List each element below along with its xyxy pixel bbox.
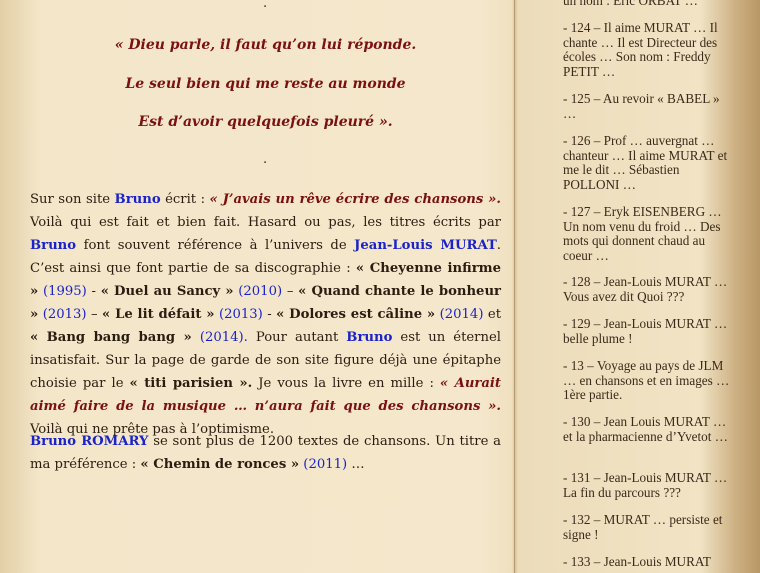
separator-dot: . xyxy=(263,152,268,167)
link-bruno[interactable]: Bruno xyxy=(30,238,76,253)
paragraph-2: Bruno ROMARY se sont plus de 1200 textes… xyxy=(30,430,501,476)
sidebar-item[interactable]: - 133 – Jean-Louis MURAT xyxy=(563,554,731,570)
text: Je vous la livre en mille : xyxy=(252,376,440,391)
song-title: « Duel au Sancy » xyxy=(100,284,234,299)
link-jean-louis-murat[interactable]: Jean-Louis MURAT xyxy=(354,238,497,253)
text: Pour autant xyxy=(247,330,347,345)
text: écrit : xyxy=(160,192,210,207)
song-title: « Chemin de ronces » xyxy=(140,457,300,472)
sidebar-item[interactable]: - 129 – Jean-Louis MURAT … belle plume ! xyxy=(563,316,731,346)
text: - xyxy=(86,284,101,299)
text: et xyxy=(483,307,501,322)
text: font souvent référence à l’univers de xyxy=(76,238,355,253)
song-year: (2010) xyxy=(238,284,283,299)
sidebar-item[interactable]: - 128 – Jean-Louis MURAT … Vous avez dit… xyxy=(563,274,731,304)
sidebar-item[interactable]: - 127 – Eryk EISENBERG … Un nom venu du … xyxy=(563,204,731,263)
song-year: (2014). xyxy=(199,330,248,345)
song-year: (2013) xyxy=(218,307,263,322)
link-bruno-romary[interactable]: Bruno ROMARY xyxy=(30,434,148,449)
poem-line-2: Le seul bien qui me reste au monde xyxy=(125,76,406,92)
sidebar-item[interactable]: - 13 – Voyage au pays de JLM … en chanso… xyxy=(563,358,731,403)
sidebar-item[interactable]: - 130 – Jean Louis MURAT … et la pharmac… xyxy=(563,414,731,444)
song-year: (2014) xyxy=(439,307,484,322)
text: – xyxy=(86,307,102,322)
separator-dot: . xyxy=(263,0,268,11)
song-title: « Dolores est câline » xyxy=(276,307,436,322)
sidebar-item[interactable]: - 124 – Il aime MURAT … Il chante … Il e… xyxy=(563,20,731,79)
song-year: (1995) xyxy=(42,284,87,299)
paragraph-1: Sur son site Bruno écrit : « J’avais un … xyxy=(30,188,501,441)
quote-titi: « titi parisien ». xyxy=(129,376,253,391)
text: – xyxy=(282,284,299,299)
quote: « J’avais un rêve écrire des chansons ». xyxy=(209,192,502,207)
song-year: (2011) xyxy=(303,457,348,472)
sidebar-item[interactable]: - 126 – Prof … auvergnat … chanteur … Il… xyxy=(563,133,731,192)
poem-line-1: « Dieu parle, il faut qu’on lui réponde. xyxy=(114,37,417,53)
sidebar-item[interactable]: un nom : Eric ORBAT … xyxy=(563,0,731,9)
song-year: (2013) xyxy=(42,307,87,322)
text: Sur son site xyxy=(30,192,115,207)
link-bruno[interactable]: Bruno xyxy=(346,330,392,345)
sidebar-item[interactable]: - 131 – Jean-Louis MURAT … La fin du par… xyxy=(563,470,731,500)
text: Voilà qui est fait et bien fait. Hasard … xyxy=(30,215,501,230)
sidebar-item[interactable]: - 125 – Au revoir « BABEL » … xyxy=(563,91,731,121)
article-body: . « Dieu parle, il faut qu’on lui répond… xyxy=(30,0,501,573)
song-title: « Bang bang bang » xyxy=(30,330,192,345)
text: … xyxy=(347,457,365,472)
song-title: « Le lit défait » xyxy=(102,307,215,322)
poem-line-3: Est d’avoir quelquefois pleuré ». xyxy=(138,114,393,130)
column-divider xyxy=(514,0,515,573)
sidebar-item[interactable]: - 132 – MURAT … persiste et signe ! xyxy=(563,512,731,542)
sidebar-article-list: un nom : Eric ORBAT … - 124 – Il aime MU… xyxy=(563,0,733,573)
page-background: . « Dieu parle, il faut qu’on lui répond… xyxy=(0,0,760,573)
link-bruno[interactable]: Bruno xyxy=(115,192,161,207)
text: - xyxy=(262,307,277,322)
